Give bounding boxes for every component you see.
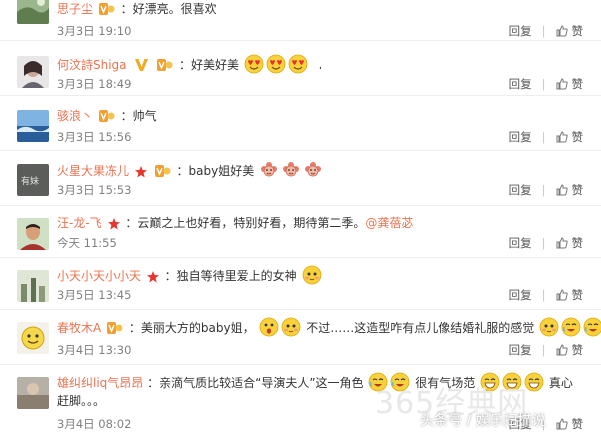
comment-username[interactable]: 雄纠纠liq气昂昂 bbox=[57, 376, 143, 390]
like-icon[interactable] bbox=[556, 131, 568, 146]
comment-row: 有妹 火星大果冻儿 ：baby姐好美 3月3日 15:53 回复 | 赞 bbox=[0, 151, 601, 206]
shy-face-emoji-icon bbox=[302, 265, 322, 290]
avatar[interactable] bbox=[17, 56, 49, 88]
mention-link[interactable]: @龚蓓苾 bbox=[365, 216, 413, 230]
member-badge-icon bbox=[98, 2, 115, 21]
reply-button[interactable]: 回复 bbox=[509, 343, 532, 357]
comment-row: 思子尘 ：好漂亮。很喜欢 3月3日 19:10 回复 | 赞 bbox=[0, 0, 601, 41]
star-badge-icon bbox=[134, 165, 147, 183]
flower-face-emoji-icon bbox=[259, 160, 279, 185]
like-button[interactable]: 赞 bbox=[572, 417, 584, 431]
comment-username[interactable]: 火星大果冻儿 bbox=[57, 164, 129, 178]
like-button[interactable]: 赞 bbox=[572, 288, 584, 302]
member-badge-icon bbox=[98, 109, 115, 128]
laugh-cry-emoji-icon bbox=[583, 317, 601, 342]
member-badge-icon bbox=[154, 164, 171, 183]
comment-row: 汪-龙-飞 ：云巅之上也好看，特别好看，期待第二季。@龚蓓苾 今天 11:55 … bbox=[0, 206, 601, 258]
comment-row: 春牧木A ：美丽大方的baby姐， 不过……这造型咋有点儿像结婚礼服的感觉 3月… bbox=[0, 310, 601, 365]
avatar[interactable]: 有妹 bbox=[17, 164, 49, 196]
comment-username[interactable]: 小天小天小小天 bbox=[57, 269, 141, 283]
verified-icon bbox=[135, 58, 149, 76]
like-button[interactable]: 赞 bbox=[572, 236, 584, 250]
like-icon[interactable] bbox=[556, 78, 568, 93]
like-icon[interactable] bbox=[556, 418, 568, 433]
like-icon[interactable] bbox=[556, 184, 568, 199]
like-button[interactable]: 赞 bbox=[572, 130, 584, 144]
comment-text: ：亲滴气质比较适合“导演夫人”这一角色 bbox=[147, 376, 364, 390]
reply-button[interactable]: 回复 bbox=[509, 24, 532, 38]
reply-button[interactable]: 回复 bbox=[509, 77, 532, 91]
avatar[interactable] bbox=[17, 322, 49, 354]
comment-username[interactable]: 汪-龙-飞 bbox=[57, 216, 102, 230]
reply-button[interactable]: 回复 bbox=[509, 288, 532, 302]
comment-username[interactable]: 骇浪丶 bbox=[57, 109, 93, 123]
reply-button[interactable]: 回复 bbox=[509, 183, 532, 197]
comment-text: ：美丽大方的baby姐， bbox=[128, 321, 255, 335]
avatar[interactable] bbox=[17, 110, 49, 142]
comment-text: ：好漂亮。很喜欢 bbox=[120, 2, 217, 16]
svg-text:有妹: 有妹 bbox=[21, 175, 39, 187]
star-badge-icon bbox=[107, 217, 120, 235]
comment-time: 3月4日 08:02 bbox=[57, 417, 132, 431]
comment-text-tail: 真心 bbox=[548, 376, 573, 390]
reply-button[interactable]: 回复 bbox=[509, 236, 532, 250]
like-button[interactable]: 赞 bbox=[572, 77, 584, 91]
laugh-cry-emoji-icon bbox=[561, 317, 581, 342]
comment-row: 骇浪丶 ：帅气 3月3日 15:56 回复 | 赞 bbox=[0, 96, 601, 151]
avatar[interactable] bbox=[17, 270, 49, 302]
star-badge-icon bbox=[146, 270, 159, 288]
like-icon[interactable] bbox=[556, 25, 568, 40]
heart-eyes-emoji-icon bbox=[266, 54, 286, 79]
comment-text: ：好美好美 bbox=[179, 58, 240, 72]
shy-face-emoji-icon bbox=[539, 317, 559, 342]
like-icon[interactable] bbox=[556, 237, 568, 252]
comment-row: 何汶詩Shiga ：好美好美 ، 3月3日 18:49 回复 | 赞 bbox=[0, 41, 601, 96]
comment-text: ：云巅之上也好看，特别好看，期待第二季。 bbox=[125, 216, 366, 230]
flower-face-emoji-icon bbox=[281, 160, 301, 185]
comment-username[interactable]: 何汶詩Shiga bbox=[57, 58, 127, 72]
comment-time: 今天 11:55 bbox=[57, 236, 117, 250]
comment-feed: 思子尘 ：好漂亮。很喜欢 3月3日 19:10 回复 | 赞 何汶詩Shiga ：好… bbox=[0, 0, 601, 434]
reply-button[interactable]: 回复 bbox=[509, 130, 532, 144]
member-badge-icon bbox=[107, 321, 123, 340]
comment-time: 3月3日 15:53 bbox=[57, 183, 132, 197]
comment-row: 小天小天小小天 ：独自等待里爱上的女神 3月5日 13:45 回复 | 赞 bbox=[0, 258, 601, 310]
heart-eyes-emoji-icon bbox=[288, 54, 308, 79]
watermark-subtitle: 头条号 / 娱乐扫描说 bbox=[420, 413, 546, 429]
comment-text: ：baby姐好美 bbox=[176, 164, 255, 178]
comment-username[interactable]: 思子尘 bbox=[57, 2, 93, 16]
comment-time: 3月5日 13:45 bbox=[57, 288, 132, 302]
like-icon[interactable] bbox=[556, 289, 568, 304]
heart-eyes-emoji-icon bbox=[244, 54, 264, 79]
comment-trailing-mark: ، bbox=[318, 61, 322, 72]
like-icon[interactable] bbox=[556, 344, 568, 359]
comment-time: 3月3日 15:56 bbox=[57, 130, 132, 144]
comment-text: ：独自等待里爱上的女神 bbox=[164, 269, 297, 283]
flower-face-emoji-icon bbox=[303, 160, 323, 185]
like-button[interactable]: 赞 bbox=[572, 343, 584, 357]
avatar[interactable] bbox=[17, 218, 49, 250]
comment-time: 3月3日 19:10 bbox=[57, 24, 132, 38]
avatar[interactable] bbox=[17, 0, 49, 24]
member-badge-icon bbox=[157, 58, 173, 77]
comment-text-wrap: 赶脚。。。 bbox=[57, 394, 106, 408]
shy-face-emoji-icon bbox=[281, 317, 301, 342]
like-button[interactable]: 赞 bbox=[572, 24, 584, 38]
comment-text-continued: 不过……这造型咋有点儿像结婚礼服的感觉 bbox=[306, 321, 535, 335]
comment-time: 3月4日 13:30 bbox=[57, 343, 132, 357]
comment-username[interactable]: 春牧木A bbox=[57, 321, 101, 335]
surprised-face-emoji-icon bbox=[259, 317, 279, 342]
comment-text: ：帅气 bbox=[120, 109, 157, 123]
comment-time: 3月3日 18:49 bbox=[57, 77, 132, 91]
avatar[interactable] bbox=[17, 377, 49, 409]
like-button[interactable]: 赞 bbox=[572, 183, 584, 197]
